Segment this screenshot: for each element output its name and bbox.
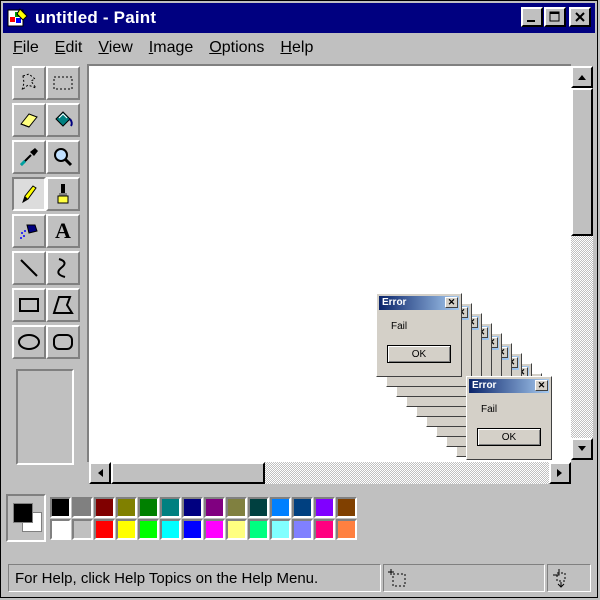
window-title: untitled - Paint (35, 8, 157, 27)
tool-box: A (10, 64, 82, 465)
line-icon[interactable] (12, 251, 46, 285)
rectangle-icon[interactable] (12, 288, 46, 322)
menu-view[interactable]: View (92, 39, 138, 57)
vertical-scroll-thumb[interactable] (571, 88, 593, 236)
status-bar: For Help, click Help Topics on the Help … (3, 561, 595, 595)
scroll-corner (571, 462, 593, 484)
text-tool-icon[interactable]: A (46, 214, 80, 248)
scroll-up-button[interactable] (571, 66, 593, 88)
brush-icon[interactable] (46, 177, 80, 211)
error-dialog-ok-button[interactable]: OK (477, 428, 541, 446)
arrow-up-icon (578, 75, 586, 80)
horizontal-scrollbar[interactable] (89, 462, 571, 484)
palette-swatch[interactable] (336, 497, 357, 518)
error-dialog: Error✕FailOK (466, 376, 552, 460)
minimize-icon (527, 20, 535, 22)
palette-swatch[interactable] (292, 519, 313, 540)
close-button[interactable] (569, 7, 591, 27)
vertical-scrollbar[interactable] (571, 66, 593, 460)
palette-swatch[interactable] (314, 519, 335, 540)
magnifier-icon[interactable] (46, 140, 80, 174)
palette-swatch[interactable] (204, 519, 225, 540)
maximize-icon (549, 11, 560, 22)
error-dialog-close-button[interactable]: ✕ (535, 380, 548, 391)
palette-swatch[interactable] (160, 519, 181, 540)
selection-size-icon (553, 569, 566, 588)
status-help-panel: For Help, click Help Topics on the Help … (8, 564, 381, 592)
error-dialog: Error✕FailOK (376, 293, 462, 377)
palette-swatch[interactable] (270, 519, 291, 540)
arrow-right-icon (557, 469, 562, 477)
foreground-color-swatch[interactable] (13, 503, 33, 523)
scroll-left-button[interactable] (89, 462, 111, 484)
close-icon (575, 12, 585, 22)
palette-swatch[interactable] (116, 497, 137, 518)
rounded-rect-icon[interactable] (46, 325, 80, 359)
cursor-position-icon (388, 569, 406, 587)
palette-swatch[interactable] (182, 497, 203, 518)
palette-swatch[interactable] (204, 497, 225, 518)
curve-icon[interactable] (46, 251, 80, 285)
status-help-text: For Help, click Help Topics on the Help … (15, 569, 319, 587)
error-dialog-message: Fail (391, 321, 408, 332)
palette-swatch[interactable] (226, 519, 247, 540)
palette-swatch[interactable] (94, 497, 115, 518)
palette-swatch[interactable] (72, 497, 93, 518)
arrow-left-icon (98, 469, 103, 477)
palette-swatch[interactable] (292, 497, 313, 518)
status-position-panel (383, 564, 545, 592)
menu-image[interactable]: Image (143, 39, 199, 57)
palette-swatch[interactable] (138, 519, 159, 540)
minimize-button[interactable] (521, 7, 543, 27)
error-dialog-message: Fail (481, 404, 498, 415)
menu-options[interactable]: Options (203, 39, 270, 57)
polygon-icon[interactable] (46, 288, 80, 322)
palette-swatch[interactable] (94, 519, 115, 540)
arrow-down-icon (578, 446, 586, 451)
palette-swatch[interactable] (226, 497, 247, 518)
palette-swatch[interactable] (50, 497, 71, 518)
palette-swatch[interactable] (160, 497, 181, 518)
error-dialog-ok-button[interactable]: OK (387, 345, 451, 363)
pencil-icon[interactable] (12, 177, 46, 211)
scroll-right-button[interactable] (549, 462, 571, 484)
airbrush-icon[interactable] (12, 214, 46, 248)
rect-select-icon[interactable] (46, 66, 80, 100)
palette-swatch[interactable] (182, 519, 203, 540)
maximize-button[interactable] (544, 7, 566, 27)
color-box (6, 494, 366, 542)
palette-swatch[interactable] (270, 497, 291, 518)
free-form-select-icon[interactable] (12, 66, 46, 100)
tool-options-box[interactable] (16, 369, 74, 465)
ellipse-icon[interactable] (12, 325, 46, 359)
eraser-icon[interactable] (12, 103, 46, 137)
title-bar[interactable]: untitled - Paint (3, 3, 595, 33)
error-dialog-close-button[interactable]: ✕ (445, 297, 458, 308)
menu-file[interactable]: File (7, 39, 45, 57)
menu-help[interactable]: Help (274, 39, 319, 57)
menu-edit[interactable]: Edit (49, 39, 89, 57)
palette-swatch[interactable] (72, 519, 93, 540)
current-colors[interactable] (6, 494, 46, 542)
paint-app-icon[interactable] (7, 7, 29, 29)
palette-swatch[interactable] (50, 519, 71, 540)
palette-swatch[interactable] (116, 519, 137, 540)
palette-swatch[interactable] (248, 497, 269, 518)
fill-bucket-icon[interactable] (46, 103, 80, 137)
status-size-panel (547, 564, 591, 592)
palette-swatch[interactable] (314, 497, 335, 518)
palette-swatch[interactable] (336, 519, 357, 540)
color-picker-icon[interactable] (12, 140, 46, 174)
palette-swatch[interactable] (248, 519, 269, 540)
palette-swatch[interactable] (138, 497, 159, 518)
scroll-down-button[interactable] (571, 438, 593, 460)
menu-bar: File Edit View Image Options Help (3, 35, 595, 61)
horizontal-scroll-thumb[interactable] (111, 462, 265, 484)
